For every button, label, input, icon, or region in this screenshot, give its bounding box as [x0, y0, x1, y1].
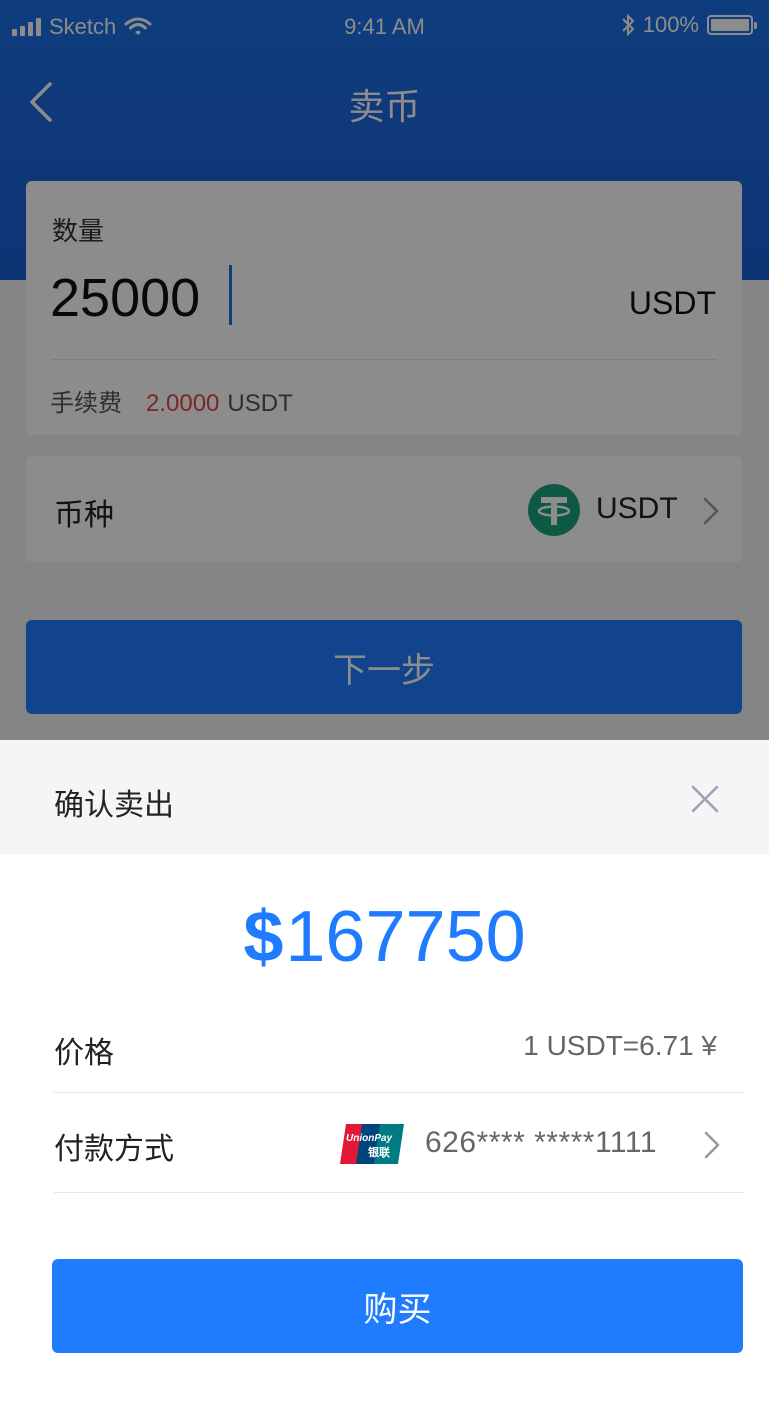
buy-button[interactable]: 购买	[52, 1259, 743, 1353]
unionpay-icon: UnionPay 银联	[340, 1124, 404, 1164]
price-value: 1 USDT=6.71 ¥	[523, 1030, 717, 1061]
modal-backdrop[interactable]	[0, 0, 769, 740]
currency-symbol: $	[243, 897, 284, 977]
confirm-sell-sheet: 确认卖出 $167750 价格 1 USDT=6.71 ¥ 付款方式 Union…	[0, 740, 769, 1425]
chevron-right-icon[interactable]	[703, 1130, 721, 1160]
svg-text:银联: 银联	[368, 1145, 390, 1159]
svg-text:UnionPay: UnionPay	[346, 1133, 393, 1144]
payment-method-label: 付款方式	[54, 1132, 174, 1167]
sheet-title: 确认卖出	[54, 788, 174, 823]
total-amount: $167750	[0, 896, 769, 978]
divider	[54, 1192, 744, 1193]
price-label: 价格	[54, 1036, 114, 1071]
card-number: 626**** *****1111	[425, 1126, 658, 1159]
close-icon[interactable]	[680, 774, 730, 824]
divider	[54, 1092, 744, 1093]
sheet-header: 确认卖出	[0, 740, 769, 854]
amount-value: 167750	[285, 897, 526, 977]
